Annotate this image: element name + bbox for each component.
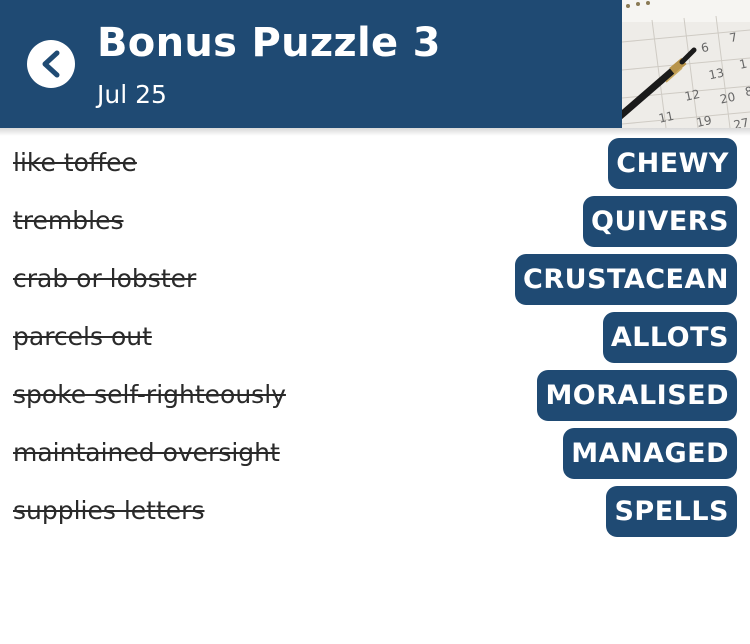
header-bar: Bonus Puzzle 3 Jul 25 6 7 13 1 12 20 11 … (0, 0, 750, 128)
clue-row: crab or lobster CRUSTACEAN (0, 252, 750, 310)
answer-badge[interactable]: QUIVERS (583, 196, 737, 247)
clue-text: supplies letters (13, 496, 205, 525)
answer-badge[interactable]: MORALISED (537, 370, 737, 421)
clue-row: like toffee CHEWY (0, 136, 750, 194)
clue-text: trembles (13, 206, 124, 235)
clue-list: like toffee CHEWY trembles QUIVERS crab … (0, 136, 750, 542)
puzzle-title: Bonus Puzzle 3 (97, 20, 441, 66)
clue-row: maintained oversight MANAGED (0, 426, 750, 484)
clue-text: maintained oversight (13, 438, 280, 467)
clue-row: parcels out ALLOTS (0, 310, 750, 368)
answer-badge[interactable]: MANAGED (563, 428, 737, 479)
clue-text: like toffee (13, 148, 137, 177)
calendar-number: 27 (732, 115, 750, 128)
clue-row: trembles QUIVERS (0, 194, 750, 252)
chevron-left-icon (42, 50, 60, 78)
back-button[interactable] (27, 40, 75, 88)
answer-badge[interactable]: SPELLS (606, 486, 737, 537)
clue-text: crab or lobster (13, 264, 197, 293)
answer-badge[interactable]: ALLOTS (602, 312, 737, 363)
answer-badge[interactable]: CRUSTACEAN (515, 254, 737, 305)
calendar-number: 19 (695, 113, 713, 128)
clue-text: spoke self-righteously (13, 380, 286, 409)
calendar-pen-image: 6 7 13 1 12 20 11 19 27 8 (622, 0, 750, 128)
answer-badge[interactable]: CHEWY (608, 138, 737, 189)
puzzle-date: Jul 25 (97, 80, 167, 109)
clue-row: spoke self-righteously MORALISED (0, 368, 750, 426)
clue-row: supplies letters SPELLS (0, 484, 750, 542)
clue-text: parcels out (13, 322, 152, 351)
header-shadow (0, 128, 750, 136)
